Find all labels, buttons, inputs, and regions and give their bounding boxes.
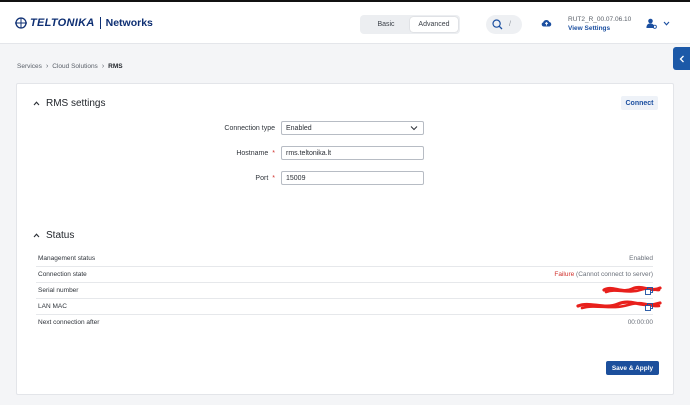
- rms-settings-title: RMS settings: [46, 98, 106, 109]
- user-settings-icon[interactable]: [646, 18, 657, 29]
- required-marker: *: [272, 150, 275, 157]
- search-icon: [492, 19, 503, 30]
- connection-state-value: Failure (Cannot connect to server): [554, 271, 653, 278]
- mode-advanced-button[interactable]: Advanced: [410, 17, 458, 32]
- rms-settings-header[interactable]: RMS settings: [33, 98, 105, 109]
- mode-basic-button[interactable]: Basic: [362, 17, 410, 32]
- search-button[interactable]: /: [486, 15, 522, 34]
- hostname-label: Hostname *: [236, 150, 275, 157]
- search-shortcut: /: [509, 21, 511, 28]
- mode-switch: Basic Advanced: [360, 15, 460, 34]
- product-name: Networks: [105, 17, 153, 29]
- connection-type-select[interactable]: Enabled: [281, 121, 424, 135]
- connection-type-label: Connection type: [224, 125, 275, 132]
- connection-failure-text: Failure: [554, 271, 575, 278]
- redaction-scribble: [602, 285, 662, 294]
- connect-button[interactable]: Connect: [621, 96, 658, 110]
- save-apply-button[interactable]: Save & Apply: [606, 361, 659, 375]
- chevron-left-icon: [679, 55, 684, 62]
- top-header: TELTONIKA Networks Basic Advanced / RUT2…: [0, 2, 690, 44]
- required-marker: *: [272, 175, 275, 182]
- chevron-up-icon: [33, 233, 40, 238]
- status-row-lan-mac: LAN MAC: [36, 299, 662, 315]
- brand-name: TELTONIKA: [30, 17, 95, 29]
- breadcrumb-current: RMS: [108, 63, 123, 70]
- copy-icon[interactable]: [645, 303, 653, 311]
- breadcrumb-separator-icon: ›: [45, 63, 49, 70]
- status-row-next-connection: Next connection after 00:00:00: [38, 319, 653, 326]
- connection-failure-detail: (Cannot connect to server): [576, 271, 653, 278]
- device-info: RUT2_R_00.07.06.10 View Settings: [568, 16, 631, 32]
- management-status-value: Enabled: [629, 255, 653, 262]
- device-name: RUT2_R_00.07.06.10: [568, 16, 632, 23]
- status-row-serial: Serial number: [36, 283, 662, 299]
- main-card: RMS settings Connect Connection type Ena…: [16, 83, 674, 395]
- breadcrumb-separator-icon: ›: [101, 63, 105, 70]
- chevron-down-icon[interactable]: [663, 21, 670, 26]
- copy-icon[interactable]: [645, 287, 653, 295]
- status-header[interactable]: Status: [33, 230, 74, 241]
- next-connection-value: 00:00:00: [627, 319, 653, 326]
- side-panel-toggle[interactable]: [673, 47, 690, 70]
- logo-mark-icon: [15, 17, 27, 29]
- status-title: Status: [46, 230, 75, 241]
- logo-divider: [99, 17, 101, 29]
- chevron-up-icon: [33, 101, 40, 106]
- dropdown-chevron-icon: [410, 126, 418, 131]
- port-label: Port *: [255, 175, 275, 182]
- breadcrumb-services[interactable]: Services: [17, 63, 42, 70]
- teltonika-logo[interactable]: TELTONIKA Networks: [14, 16, 153, 30]
- cloud-upload-icon[interactable]: [541, 18, 552, 27]
- hostname-input[interactable]: rms.teltonika.lt: [281, 146, 424, 160]
- breadcrumb-cloud-solutions[interactable]: Cloud Solutions: [52, 63, 98, 70]
- status-row-management: Management status Enabled: [36, 251, 653, 267]
- status-row-connection-state: Connection state Failure (Cannot connect…: [36, 267, 653, 283]
- breadcrumb: Services › Cloud Solutions › RMS: [17, 63, 123, 70]
- view-settings-link[interactable]: View Settings: [568, 25, 631, 32]
- port-input[interactable]: 15009: [281, 171, 424, 185]
